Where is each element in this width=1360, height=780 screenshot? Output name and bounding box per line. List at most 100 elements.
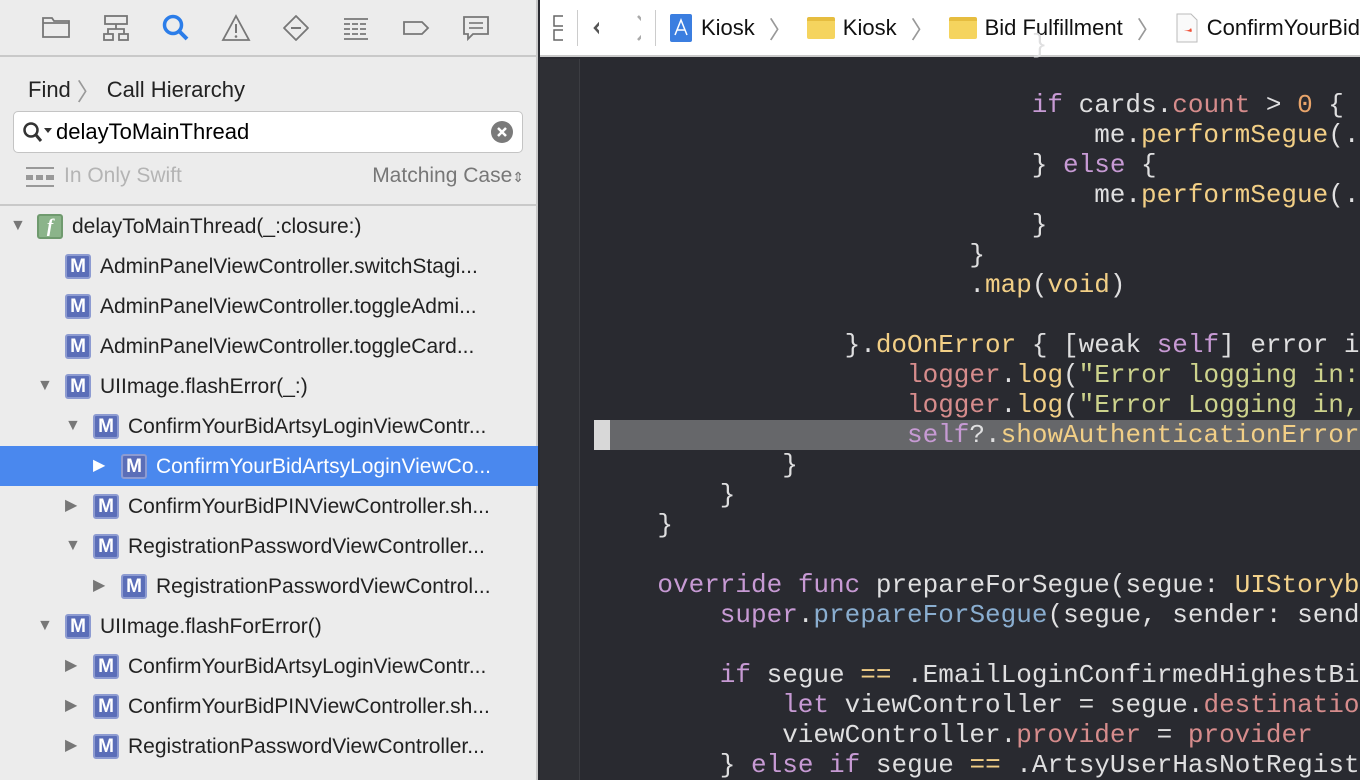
code-token: me.	[1094, 120, 1141, 150]
code-token: (	[1063, 360, 1079, 390]
method-icon: M	[93, 694, 119, 719]
code-line: me.performSegue(.	[1094, 180, 1359, 210]
tree-row[interactable]: ▶ M RegistrationPasswordViewControl...	[0, 566, 538, 606]
tree-row-label: ConfirmYourBidArtsyLoginViewContr...	[128, 655, 487, 678]
code-token: }.	[844, 330, 876, 360]
tree-row[interactable]: ▶ M ConfirmYourBidPINViewController.sh...	[0, 686, 538, 726]
code-line: .map(void)	[969, 270, 1125, 300]
disclosure-open-icon[interactable]: ▼	[10, 217, 28, 235]
code-line: override func prepareForSegue(segue: UIS…	[657, 570, 1359, 600]
code-token: void	[1047, 270, 1110, 300]
comment-icon[interactable]	[460, 12, 492, 44]
code-token: UIStoryb	[1234, 570, 1360, 600]
code-token: else	[1063, 150, 1126, 180]
code-token: }	[657, 510, 673, 540]
hierarchy-icon[interactable]	[100, 12, 132, 44]
code-token: func	[797, 570, 861, 600]
tree-row[interactable]: M AdminPanelViewController.toggleCard...	[0, 326, 538, 366]
method-icon: M	[93, 734, 119, 759]
tree-row-label: delayToMainThread(_:closure:)	[72, 215, 362, 238]
method-icon: M	[65, 374, 91, 399]
code-token: (.	[1328, 180, 1360, 210]
disclosure-open-icon[interactable]: ▼	[65, 417, 83, 435]
method-icon: M	[93, 534, 119, 559]
code-line: super.prepareForSegue(segue, sender: sen…	[720, 600, 1360, 630]
search-icon[interactable]	[160, 12, 192, 44]
code-token: .	[1000, 390, 1017, 420]
matching-case-label: Matching Case	[372, 164, 513, 187]
clear-search-icon[interactable]	[491, 121, 513, 143]
tree-row[interactable]: ▼ M ConfirmYourBidArtsyLoginViewContr...	[0, 406, 538, 446]
disclosure-closed-icon[interactable]: ▶	[93, 577, 111, 595]
code-editor[interactable]: } if cards.count > 0 { me.performSegue(.} …	[595, 0, 1360, 780]
disclosure-open-icon[interactable]: ▼	[65, 537, 83, 555]
tree-row-label: AdminPanelViewController.switchStagi...	[100, 255, 478, 278]
code-token: (.	[1328, 120, 1360, 150]
disclosure-closed-icon[interactable]: ▶	[65, 497, 83, 515]
tree-row[interactable]: M AdminPanelViewController.switchStagi...	[0, 246, 538, 286]
scope-option[interactable]: In Only Swift	[64, 164, 182, 188]
code-token: viewController = segue.	[829, 690, 1204, 720]
method-icon: M	[93, 654, 119, 679]
disclosure-closed-icon[interactable]: ▶	[65, 657, 83, 675]
code-line: self?.showAuthenticationError	[907, 420, 1360, 450]
disclosure-open-icon[interactable]: ▼	[37, 377, 55, 395]
search-options-icon[interactable]	[22, 121, 54, 145]
code-token: map	[985, 270, 1032, 300]
tree-row[interactable]: ▼ M RegistrationPasswordViewController...	[0, 526, 538, 566]
method-icon: M	[65, 294, 91, 319]
code-line: viewController.provider = provider	[782, 720, 1313, 750]
warning-icon[interactable]	[220, 12, 252, 44]
code-token: let	[782, 690, 829, 720]
tree-row-label: RegistrationPasswordViewControl...	[156, 575, 491, 598]
breadcrumb-call-hierarchy[interactable]: Call Hierarchy	[107, 77, 245, 103]
code-line: if cards.count > 0 {	[1032, 90, 1344, 120]
tree-row[interactable]: ▶ M RegistrationPasswordViewController...	[0, 726, 538, 766]
code-token: count	[1172, 90, 1251, 120]
code-token: "Error Logging in,	[1078, 390, 1360, 420]
code-token: ==	[860, 660, 892, 690]
related-items-icon[interactable]	[553, 14, 563, 41]
tree-row[interactable]: M AdminPanelViewController.toggleAdmi...	[0, 286, 538, 326]
tree-row[interactable]: ▼ f delayToMainThread(_:closure:)	[0, 206, 538, 246]
code-token: }	[1031, 30, 1048, 60]
search-input[interactable]	[56, 118, 476, 146]
disclosure-closed-icon[interactable]: ▶	[93, 457, 111, 475]
code-line: logger.log("Error Logging in,	[907, 390, 1360, 420]
disclosure-open-icon[interactable]: ▼	[37, 617, 55, 635]
tree-row[interactable]: ▶ M ConfirmYourBidArtsyLoginViewContr...	[0, 646, 538, 686]
code-token: me.	[1094, 180, 1141, 210]
code-token: =	[1141, 720, 1188, 750]
code-token: if	[1031, 90, 1064, 120]
breadcrumb-find[interactable]: Find	[28, 77, 71, 103]
code-token: )	[1109, 270, 1126, 300]
folder-icon[interactable]	[40, 12, 72, 44]
code-line: let viewController = segue.destinatio	[782, 690, 1359, 720]
tag-icon[interactable]	[400, 12, 432, 44]
tree-row-label: RegistrationPasswordViewController...	[128, 735, 485, 758]
breadcrumb-separator: 〉	[76, 79, 101, 106]
code-token: destinatio	[1203, 690, 1360, 720]
breakpoint-icon[interactable]	[280, 12, 312, 44]
code-line: }	[1032, 210, 1048, 240]
tree-row[interactable]: ▼ M UIImage.flashError(_:)	[0, 366, 538, 406]
code-line: } else {	[1032, 150, 1157, 180]
code-token: .	[1000, 360, 1017, 390]
list-icon[interactable]	[340, 12, 372, 44]
disclosure-closed-icon[interactable]: ▶	[65, 697, 83, 715]
disclosure-closed-icon[interactable]: ▶	[65, 737, 83, 755]
code-token: else	[751, 750, 814, 780]
code-token: logger	[907, 390, 1001, 420]
tree-row[interactable]: ▼ M UIImage.flashForError()	[0, 606, 538, 646]
matching-case-select[interactable]: Matching Case⇕	[372, 164, 524, 188]
code-token: }	[1031, 210, 1048, 240]
tree-row[interactable]: ▶ M ConfirmYourBidPINViewController.sh...	[0, 486, 538, 526]
code-token: (	[1063, 390, 1079, 420]
code-line: }	[1032, 30, 1048, 60]
scope-icon	[26, 167, 54, 187]
function-icon: f	[37, 214, 63, 239]
tree-row[interactable]: ▶ M ConfirmYourBidArtsyLoginViewCo...	[0, 446, 538, 486]
tree-row-label: UIImage.flashForError()	[100, 615, 322, 638]
method-icon: M	[65, 254, 91, 279]
method-icon: M	[121, 454, 147, 479]
